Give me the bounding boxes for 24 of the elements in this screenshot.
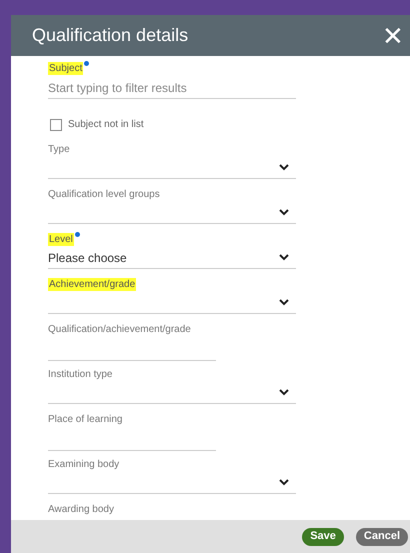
field-label: Type bbox=[48, 143, 70, 156]
select-field[interactable]: Please choose bbox=[48, 247, 296, 269]
close-button[interactable]: ✕ bbox=[382, 22, 404, 48]
chevron-down-icon bbox=[279, 299, 289, 306]
field-label: Qualification/achievement/grade bbox=[48, 323, 191, 336]
checkbox[interactable] bbox=[50, 118, 62, 130]
save-button[interactable]: Save bbox=[302, 528, 344, 546]
field-label: Awarding body bbox=[48, 503, 114, 516]
chevron-down-icon bbox=[279, 164, 289, 171]
field-label: Place of learning bbox=[48, 413, 122, 426]
checkbox-label: Subject not in list bbox=[68, 118, 144, 132]
field-label: Achievement/grade bbox=[48, 278, 136, 291]
cancel-button[interactable]: Cancel bbox=[356, 528, 408, 546]
subject-input-field[interactable]: Start typing to filter results bbox=[48, 78, 296, 98]
field-label: Qualification level groups bbox=[48, 188, 160, 201]
field-label: Subject bbox=[48, 62, 84, 75]
field-label: Examining body bbox=[48, 458, 120, 471]
field-label: Level bbox=[48, 233, 74, 246]
dialog-title: Qualification details bbox=[32, 24, 188, 47]
field-label: Institution type bbox=[48, 368, 112, 381]
chevron-down-icon bbox=[279, 389, 289, 396]
chevron-down-icon bbox=[279, 254, 289, 261]
chevron-down-icon bbox=[279, 209, 289, 216]
chevron-down-icon bbox=[279, 479, 289, 486]
